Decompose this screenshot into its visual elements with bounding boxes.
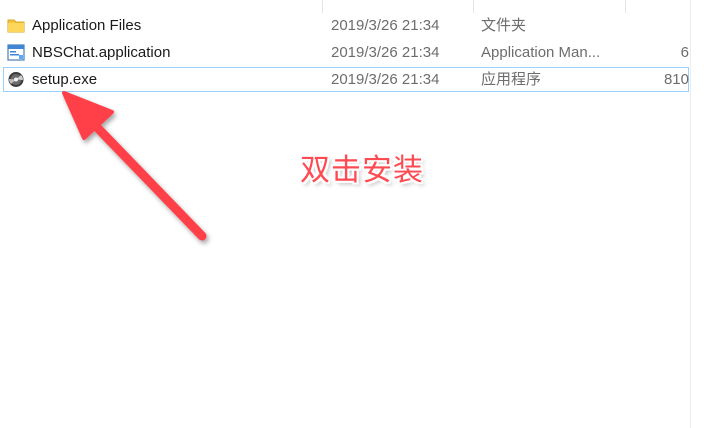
file-type: 文件夹: [481, 17, 527, 34]
annotation-label: 双击安装: [300, 153, 424, 188]
file-size: 810: [663, 71, 689, 88]
setup-disc-icon: [7, 71, 25, 88]
file-type: 应用程序: [481, 71, 542, 88]
file-date: 2019/3/26 21:34: [331, 17, 440, 34]
file-type: Application Man...: [481, 44, 601, 61]
file-name: setup.exe: [32, 71, 98, 88]
file-row-nbschat-application[interactable]: NBSChat.application 2019/3/26 21:34 Appl…: [3, 40, 689, 65]
file-name: NBSChat.application: [32, 44, 171, 61]
file-size: 6: [680, 44, 689, 61]
file-size: [653, 13, 689, 38]
pane-right-edge: [690, 0, 691, 428]
file-date: 2019/3/26 21:34: [331, 44, 440, 61]
column-divider-size: [625, 0, 626, 13]
folder-icon: [7, 17, 25, 34]
file-date: 2019/3/26 21:34: [331, 71, 440, 88]
file-row-setup-exe[interactable]: setup.exe 2019/3/26 21:34 应用程序 810: [3, 67, 689, 92]
application-manifest-icon: [7, 44, 25, 61]
file-row-application-files[interactable]: Application Files 2019/3/26 21:34 文件夹: [3, 13, 689, 38]
column-divider-type: [473, 0, 474, 13]
column-divider-date: [322, 0, 323, 13]
file-list: Application Files 2019/3/26 21:34 文件夹 NB…: [0, 0, 708, 428]
file-name: Application Files: [32, 17, 142, 34]
